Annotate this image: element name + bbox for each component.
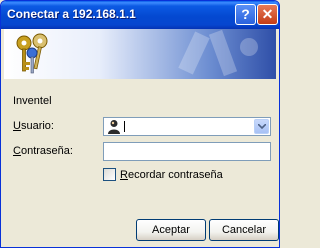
banner [4, 29, 276, 79]
remember-password-label[interactable]: Recordar contraseña [120, 169, 223, 181]
window-title: Conectar a 192.168.1.1 [7, 7, 136, 21]
user-combobox[interactable] [103, 117, 271, 136]
ok-button[interactable]: Aceptar [136, 219, 206, 241]
user-label: Usuario: [13, 120, 54, 132]
banner-art [16, 29, 258, 77]
dropdown-button[interactable] [254, 119, 269, 134]
chevron-down-icon [258, 124, 266, 129]
remember-password-checkbox[interactable] [103, 168, 116, 181]
help-button[interactable]: ? [235, 4, 256, 25]
text-caret [124, 121, 125, 132]
password-field[interactable] [103, 142, 271, 161]
keys-icon [16, 33, 48, 74]
password-label: Contraseña: [13, 145, 73, 157]
login-dialog: Conectar a 192.168.1.1 ? ✕ Inventel Usua… [0, 0, 280, 248]
user-icon [108, 120, 120, 134]
server-name: Inventel [13, 95, 52, 107]
close-button[interactable]: ✕ [257, 4, 278, 25]
cancel-button[interactable]: Cancelar [209, 219, 279, 241]
title-bar[interactable]: Conectar a 192.168.1.1 ? ✕ [1, 1, 279, 29]
